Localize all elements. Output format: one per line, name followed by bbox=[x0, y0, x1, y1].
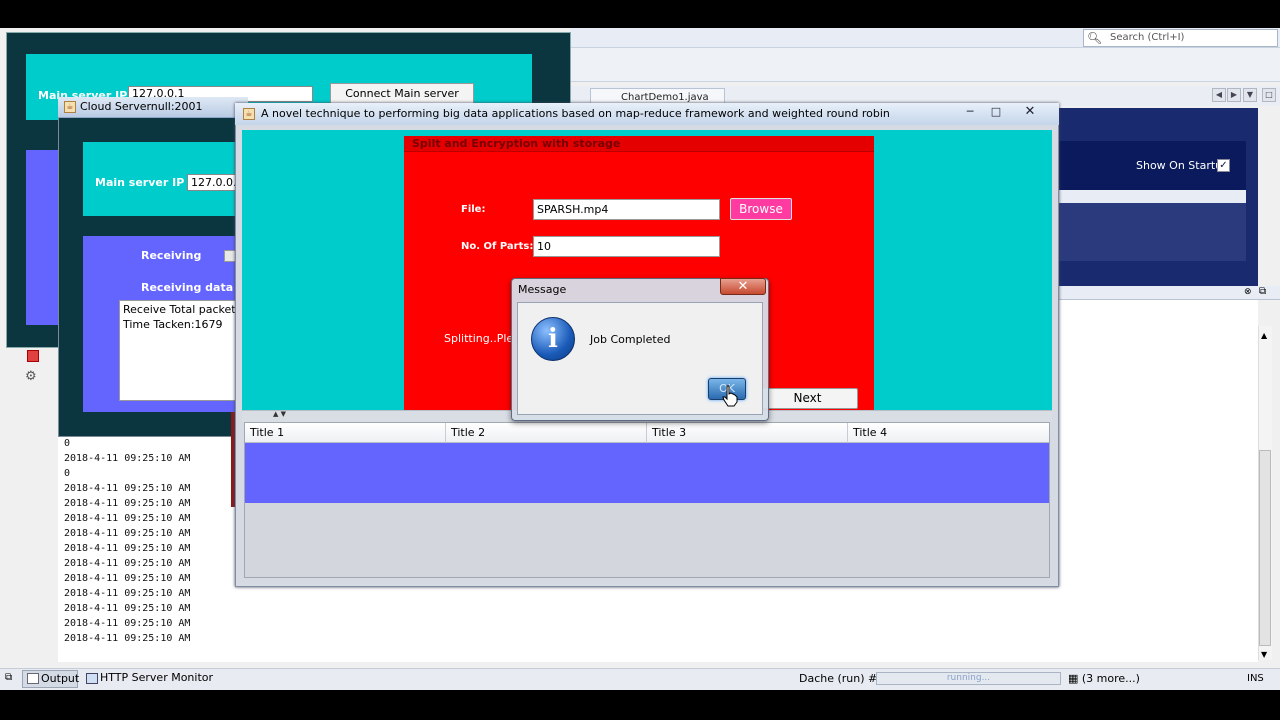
parts-label: No. Of Parts: bbox=[461, 241, 534, 252]
http-monitor-tab[interactable]: HTTP Server Monitor bbox=[84, 670, 213, 688]
more-processes-label: (3 more...) bbox=[1081, 672, 1140, 685]
output-icon bbox=[27, 673, 39, 684]
maximize-button[interactable]: □ bbox=[984, 105, 1008, 121]
receive-log-line: Receive Total packet(s bbox=[123, 303, 244, 316]
tab-list-dropdown-icon[interactable]: ▼ bbox=[1243, 88, 1257, 102]
info-icon: i bbox=[531, 317, 575, 361]
log-line: 0 bbox=[64, 438, 71, 449]
log-line: 2018-4-11 09:25:10 AM bbox=[64, 603, 191, 614]
log-line: 2018-4-11 09:25:10 AM bbox=[64, 483, 191, 494]
more-processes-link[interactable]: ▦ (3 more...) bbox=[1068, 672, 1140, 685]
file-label: File: bbox=[461, 204, 486, 215]
restore-panel-icon[interactable]: ⧉ bbox=[1259, 286, 1266, 297]
browse-button[interactable]: Browse bbox=[730, 198, 792, 220]
receiving-label: Receiving bbox=[141, 249, 202, 262]
main-app-titlebar[interactable]: A novel technique to performing big data… bbox=[235, 103, 1059, 125]
settings-icon[interactable]: ⚙ bbox=[25, 369, 37, 384]
dialog-title: Message bbox=[518, 283, 567, 296]
table-header-cell[interactable]: Title 2 bbox=[446, 423, 647, 443]
log-line: 2018-4-11 09:25:10 AM bbox=[64, 528, 191, 539]
process-progress-bar: running... bbox=[876, 672, 1061, 685]
table-header-cell[interactable]: Title 4 bbox=[848, 423, 1049, 443]
splitter-arrows-icon[interactable]: ▲ ▼ bbox=[273, 410, 286, 418]
output-scrollbar-thumb[interactable] bbox=[1259, 450, 1271, 646]
hand-cursor-icon bbox=[722, 385, 738, 407]
dialog-close-button[interactable]: ✕ bbox=[720, 278, 766, 295]
split-encrypt-title: Spilt and Encryption with storage bbox=[404, 136, 874, 152]
search-input[interactable]: Search (Ctrl+I) bbox=[1083, 29, 1278, 47]
stop-icon[interactable] bbox=[27, 350, 39, 362]
close-button[interactable]: ✕ bbox=[1018, 105, 1042, 121]
connect-main-server-button[interactable]: Connect Main server bbox=[330, 83, 474, 105]
java-icon: ☕ bbox=[64, 101, 76, 113]
log-line: 2018-4-11 09:25:10 AM bbox=[64, 618, 191, 629]
log-line: 2018-4-11 09:25:10 AM bbox=[64, 588, 191, 599]
parts-input[interactable]: 10 bbox=[533, 236, 720, 257]
next-button[interactable]: Next bbox=[757, 388, 858, 409]
start-page-content bbox=[1058, 203, 1246, 261]
show-on-startup-label: Show On Startup bbox=[1136, 159, 1230, 172]
search-icon[interactable]: 🔍︎ bbox=[1087, 31, 1102, 45]
cloud-server-ip-label: Main server IP bbox=[95, 176, 185, 189]
cloud-server-titlebar[interactable]: Cloud Servernull:2001 bbox=[58, 97, 248, 118]
process-list-icon: ▦ bbox=[1068, 672, 1082, 685]
log-line: 2018-4-11 09:25:10 AM bbox=[64, 573, 191, 584]
minimize-button[interactable]: ─ bbox=[958, 105, 982, 121]
table-row[interactable] bbox=[245, 443, 1049, 503]
start-page-divider bbox=[1058, 190, 1246, 203]
receive-log-line: Time Tacken:1679 bbox=[123, 318, 223, 331]
log-line: 2018-4-11 09:25:10 AM bbox=[64, 558, 191, 569]
log-line: 2018-4-11 09:25:10 AM bbox=[64, 498, 191, 509]
log-line: 2018-4-11 09:25:10 AM bbox=[64, 453, 191, 464]
log-line: 2018-4-11 09:25:10 AM bbox=[64, 513, 191, 524]
splitting-status: Splitting..Please wait bbox=[444, 332, 514, 345]
show-on-startup-checkbox[interactable]: ✓ bbox=[1217, 159, 1230, 172]
java-icon: ☕ bbox=[243, 108, 255, 120]
running-process-label[interactable]: Dache (run) #4 bbox=[799, 672, 884, 685]
receive-log-textarea[interactable]: Receive Total packet(s Time Tacken:1679 bbox=[119, 300, 244, 401]
table-header-cell[interactable]: Title 1 bbox=[245, 423, 446, 443]
maximize-editor-icon[interactable]: □ bbox=[1262, 88, 1276, 102]
insert-mode-indicator: INS bbox=[1247, 673, 1264, 684]
scroll-up-icon[interactable]: ▲ bbox=[1261, 331, 1267, 340]
log-line: 2018-4-11 09:25:10 AM bbox=[64, 633, 191, 644]
close-panel-icon[interactable]: ⊗ bbox=[1244, 287, 1252, 297]
log-line: 2018-4-11 09:25:10 AM bbox=[64, 543, 191, 554]
window-restore-icon[interactable]: ⧉ bbox=[5, 672, 12, 683]
tab-scroll-left-icon[interactable]: ◀ bbox=[1212, 88, 1226, 102]
file-input[interactable]: SPARSH.mp4 bbox=[533, 199, 720, 220]
tab-scroll-right-icon[interactable]: ▶ bbox=[1227, 88, 1241, 102]
log-line: 0 bbox=[64, 468, 71, 479]
dialog-message: Job Completed bbox=[590, 333, 671, 346]
scroll-down-icon[interactable]: ▼ bbox=[1261, 650, 1267, 659]
table-header-cell[interactable]: Title 3 bbox=[647, 423, 848, 443]
ide-toolbar-secondary bbox=[570, 48, 1280, 82]
monitor-icon bbox=[86, 673, 98, 684]
